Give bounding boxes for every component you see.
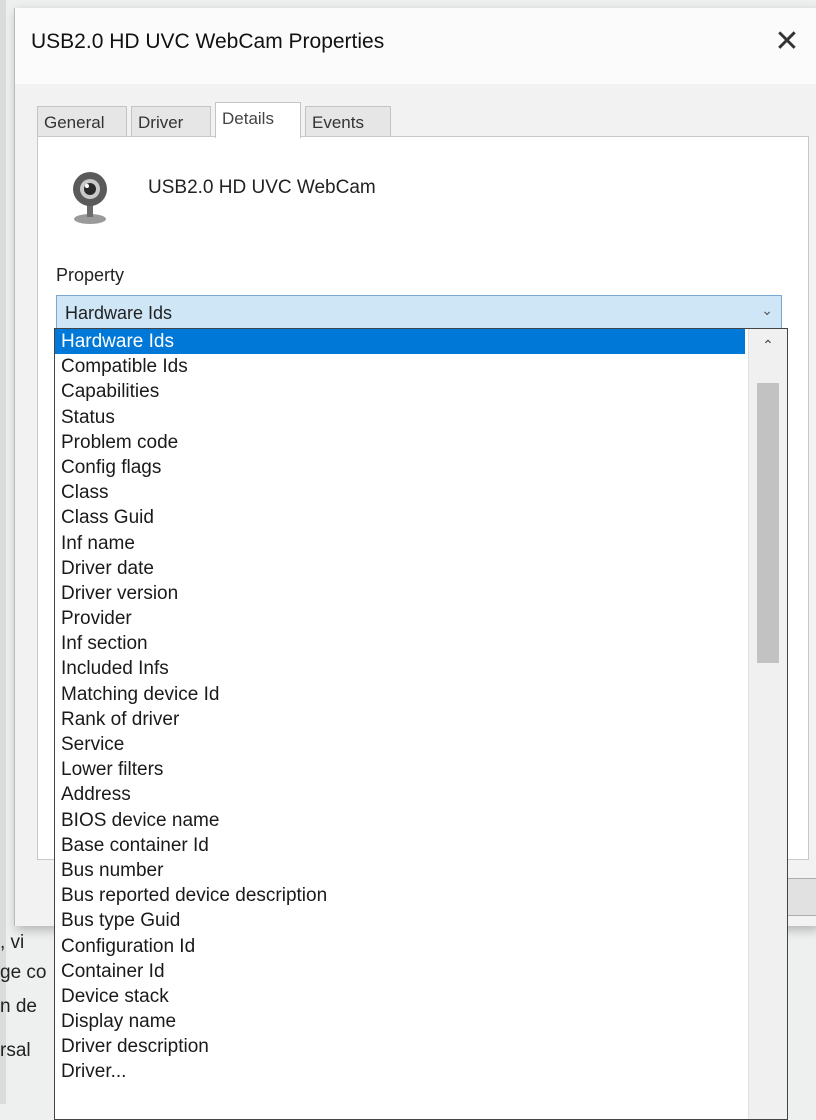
- property-label: Property: [56, 265, 125, 285]
- dropdown-item[interactable]: Problem code: [55, 430, 745, 455]
- dropdown-item[interactable]: Hardware Ids: [55, 329, 745, 355]
- close-button[interactable]: ✕: [765, 20, 809, 64]
- tab-driver[interactable]: Driver: [131, 106, 211, 136]
- dropdown-item[interactable]: Lower filters: [55, 757, 745, 782]
- dropdown-item[interactable]: Compatible Ids: [55, 354, 745, 379]
- chevron-down-icon: ⌄: [761, 302, 773, 318]
- dropdown-item[interactable]: Rank of driver: [55, 707, 745, 732]
- dropdown-item[interactable]: Driver version: [55, 581, 745, 606]
- device-name: USB2.0 HD UVC WebCam: [148, 177, 376, 198]
- background-text-fragment: rsal: [0, 1040, 31, 1061]
- dropdown-item[interactable]: Provider: [55, 606, 745, 631]
- property-select[interactable]: Hardware Ids ⌄: [56, 295, 782, 331]
- dropdown-item[interactable]: Driver...: [55, 1059, 745, 1084]
- close-icon: ✕: [774, 25, 800, 58]
- background-text-fragment: , vi: [0, 932, 25, 953]
- dropdown-item[interactable]: Device stack: [55, 984, 745, 1009]
- title-bar: USB2.0 HD UVC WebCam Properties ✕: [15, 8, 816, 84]
- tab-details[interactable]: Details: [215, 102, 301, 138]
- dropdown-item[interactable]: Class Guid: [55, 505, 745, 530]
- window-title: USB2.0 HD UVC WebCam Properties: [31, 30, 385, 53]
- dropdown-item[interactable]: Inf section: [55, 631, 745, 656]
- dropdown-item[interactable]: Status: [55, 405, 745, 430]
- scroll-thumb[interactable]: [757, 383, 779, 663]
- dropdown-item[interactable]: BIOS device name: [55, 808, 745, 833]
- dropdown-item[interactable]: Included Infs: [55, 656, 745, 681]
- dropdown-item[interactable]: Driver description: [55, 1034, 745, 1059]
- tab-general[interactable]: General: [37, 106, 127, 136]
- dropdown-item[interactable]: Capabilities: [55, 379, 745, 404]
- dropdown-item[interactable]: Address: [55, 782, 745, 807]
- dropdown-item[interactable]: Bus type Guid: [55, 908, 745, 933]
- dropdown-scrollbar[interactable]: ⌃: [748, 329, 787, 1119]
- property-dropdown-list[interactable]: Hardware Ids Compatible Ids Capabilities St…: [54, 328, 788, 1120]
- scroll-up-icon[interactable]: ⌃: [749, 337, 787, 365]
- dropdown-item[interactable]: Class: [55, 480, 745, 505]
- background-text-fragment: n de: [0, 996, 37, 1017]
- dropdown-item[interactable]: Base container Id: [55, 833, 745, 858]
- dropdown-item[interactable]: Display name: [55, 1009, 745, 1034]
- property-select-value: Hardware Ids: [65, 303, 173, 323]
- dropdown-item[interactable]: Config flags: [55, 455, 745, 480]
- dropdown-item[interactable]: Configuration Id: [55, 934, 745, 959]
- dropdown-items: Hardware Ids Compatible Ids Capabilities St…: [55, 329, 745, 1085]
- dropdown-item[interactable]: Bus number: [55, 858, 745, 883]
- background-text-fragment: ge co: [0, 962, 47, 983]
- dropdown-item[interactable]: Container Id: [55, 959, 745, 984]
- dropdown-item[interactable]: Service: [55, 732, 745, 757]
- webcam-icon: [73, 172, 107, 224]
- dropdown-item[interactable]: Matching device Id: [55, 682, 745, 707]
- dropdown-item[interactable]: Driver date: [55, 556, 745, 581]
- dropdown-item[interactable]: Bus reported device description: [55, 883, 745, 908]
- dropdown-item[interactable]: Inf name: [55, 531, 745, 556]
- tab-events[interactable]: Events: [305, 106, 391, 136]
